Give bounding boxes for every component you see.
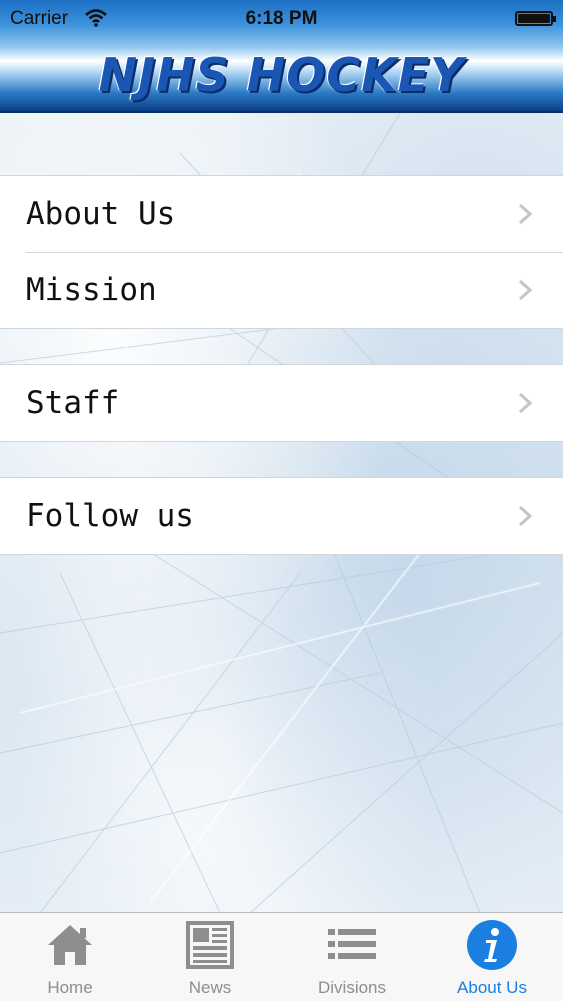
menu-group-staff: Staff (0, 364, 563, 442)
battery-icon (515, 11, 556, 26)
tab-home[interactable]: Home (0, 913, 140, 1001)
tab-label: News (188, 978, 232, 997)
tab-label: Home (47, 978, 93, 997)
list-icon (326, 919, 378, 971)
info-icon (466, 919, 518, 971)
menu-item-label: About Us (26, 196, 176, 232)
house-icon (44, 919, 96, 971)
menu-item-follow-us[interactable]: Follow us (0, 478, 563, 554)
status-bar: Carrier 6:18 PM (0, 0, 563, 38)
tab-about-us[interactable]: About Us (422, 913, 562, 1001)
tab-divisions[interactable]: Divisions (282, 913, 422, 1001)
menu-item-mission[interactable]: Mission (0, 252, 563, 328)
chevron-right-icon (515, 278, 537, 302)
app-logo: NJHS HOCKEY (98, 48, 465, 102)
chevron-right-icon (515, 504, 537, 528)
menu-item-label: Mission (26, 272, 157, 308)
chevron-right-icon (515, 202, 537, 226)
menu-item-label: Staff (26, 385, 120, 421)
app-header: Carrier 6:18 PM NJHS HOCKEY (0, 0, 563, 113)
newspaper-icon (184, 919, 236, 971)
tab-label: About Us (457, 978, 527, 997)
menu-item-staff[interactable]: Staff (0, 365, 563, 441)
menu-item-label: Follow us (26, 498, 194, 534)
tab-news[interactable]: News (140, 913, 280, 1001)
clock: 6:18 PM (245, 8, 318, 29)
tab-label: Divisions (317, 978, 387, 997)
menu-group-social: Follow us (0, 477, 563, 555)
chevron-right-icon (515, 391, 537, 415)
menu-item-about-us[interactable]: About Us (0, 176, 563, 252)
tab-bar: Home News Divisions About Us (0, 912, 563, 1001)
menu-group-info: About Us Mission (0, 175, 563, 329)
